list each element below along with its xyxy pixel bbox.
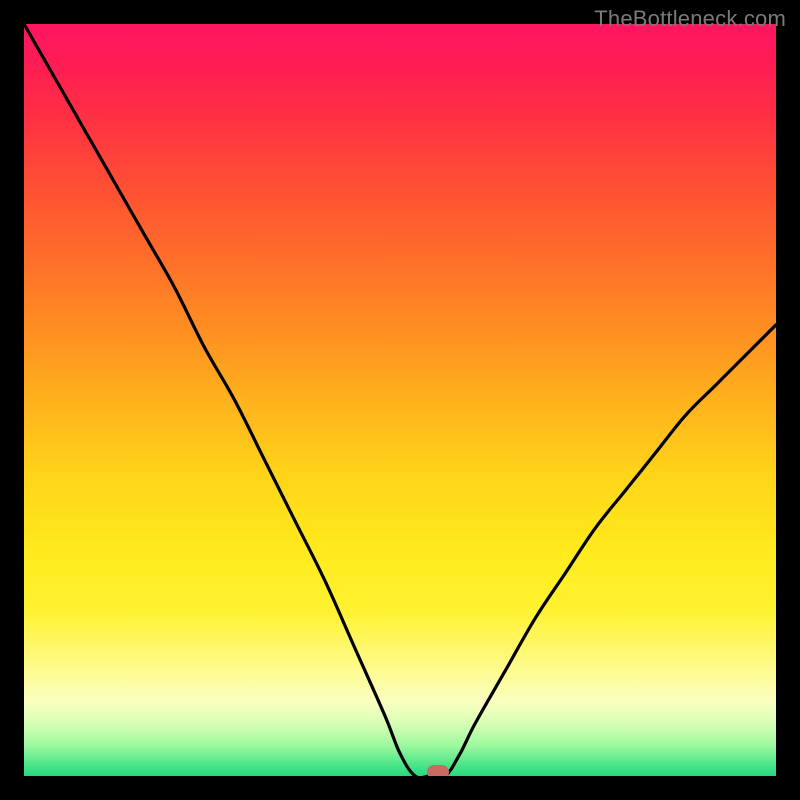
watermark-text: TheBottleneck.com <box>594 6 786 32</box>
plot-area <box>24 24 776 776</box>
chart-frame: TheBottleneck.com <box>0 0 800 800</box>
bottleneck-curve <box>24 24 776 776</box>
optimal-marker <box>427 765 449 776</box>
